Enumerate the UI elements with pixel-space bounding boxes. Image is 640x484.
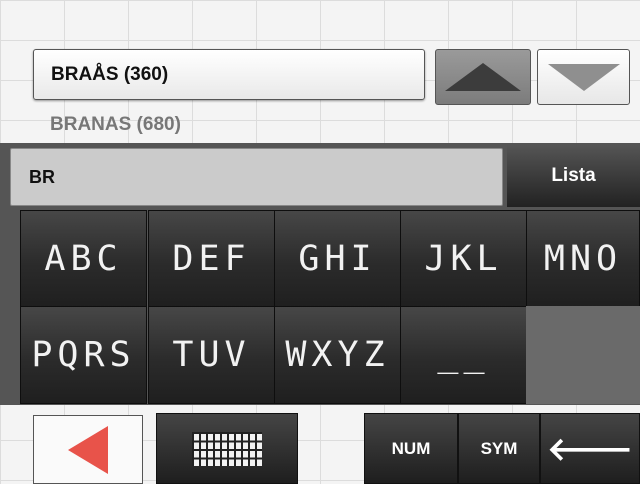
- search-input[interactable]: BR: [10, 148, 503, 206]
- key-ghi[interactable]: GHI: [274, 210, 401, 308]
- key-space[interactable]: __: [400, 306, 527, 404]
- keyboard-icon: [192, 431, 262, 466]
- backspace-button[interactable]: 🡐: [540, 413, 640, 484]
- key-wxyz[interactable]: WXYZ: [274, 306, 401, 404]
- key-def[interactable]: DEF: [148, 210, 275, 308]
- backspace-icon: 🡐: [547, 431, 633, 467]
- num-button[interactable]: NUM: [364, 413, 458, 484]
- suggestion-next[interactable]: BRANAS (680): [50, 114, 181, 136]
- suggestion-selected[interactable]: BRAÅS (360): [33, 49, 425, 100]
- key-tuv[interactable]: TUV: [148, 306, 275, 404]
- arrow-down-icon: [547, 63, 620, 91]
- arrow-up-icon: [445, 63, 521, 91]
- key-abc[interactable]: ABC: [20, 210, 147, 308]
- back-arrow-icon: [68, 425, 108, 474]
- back-button[interactable]: [33, 415, 143, 484]
- key-jkl[interactable]: JKL: [400, 210, 527, 308]
- key-mno[interactable]: MNO: [526, 210, 640, 308]
- blank-key-area: [526, 306, 640, 404]
- list-button[interactable]: Lista: [507, 145, 640, 207]
- keyboard-layout-button[interactable]: [156, 413, 298, 484]
- scroll-up-button[interactable]: [435, 49, 531, 105]
- scroll-down-button[interactable]: [537, 49, 630, 105]
- key-pqrs[interactable]: PQRS: [20, 306, 147, 404]
- sym-button[interactable]: SYM: [458, 413, 540, 484]
